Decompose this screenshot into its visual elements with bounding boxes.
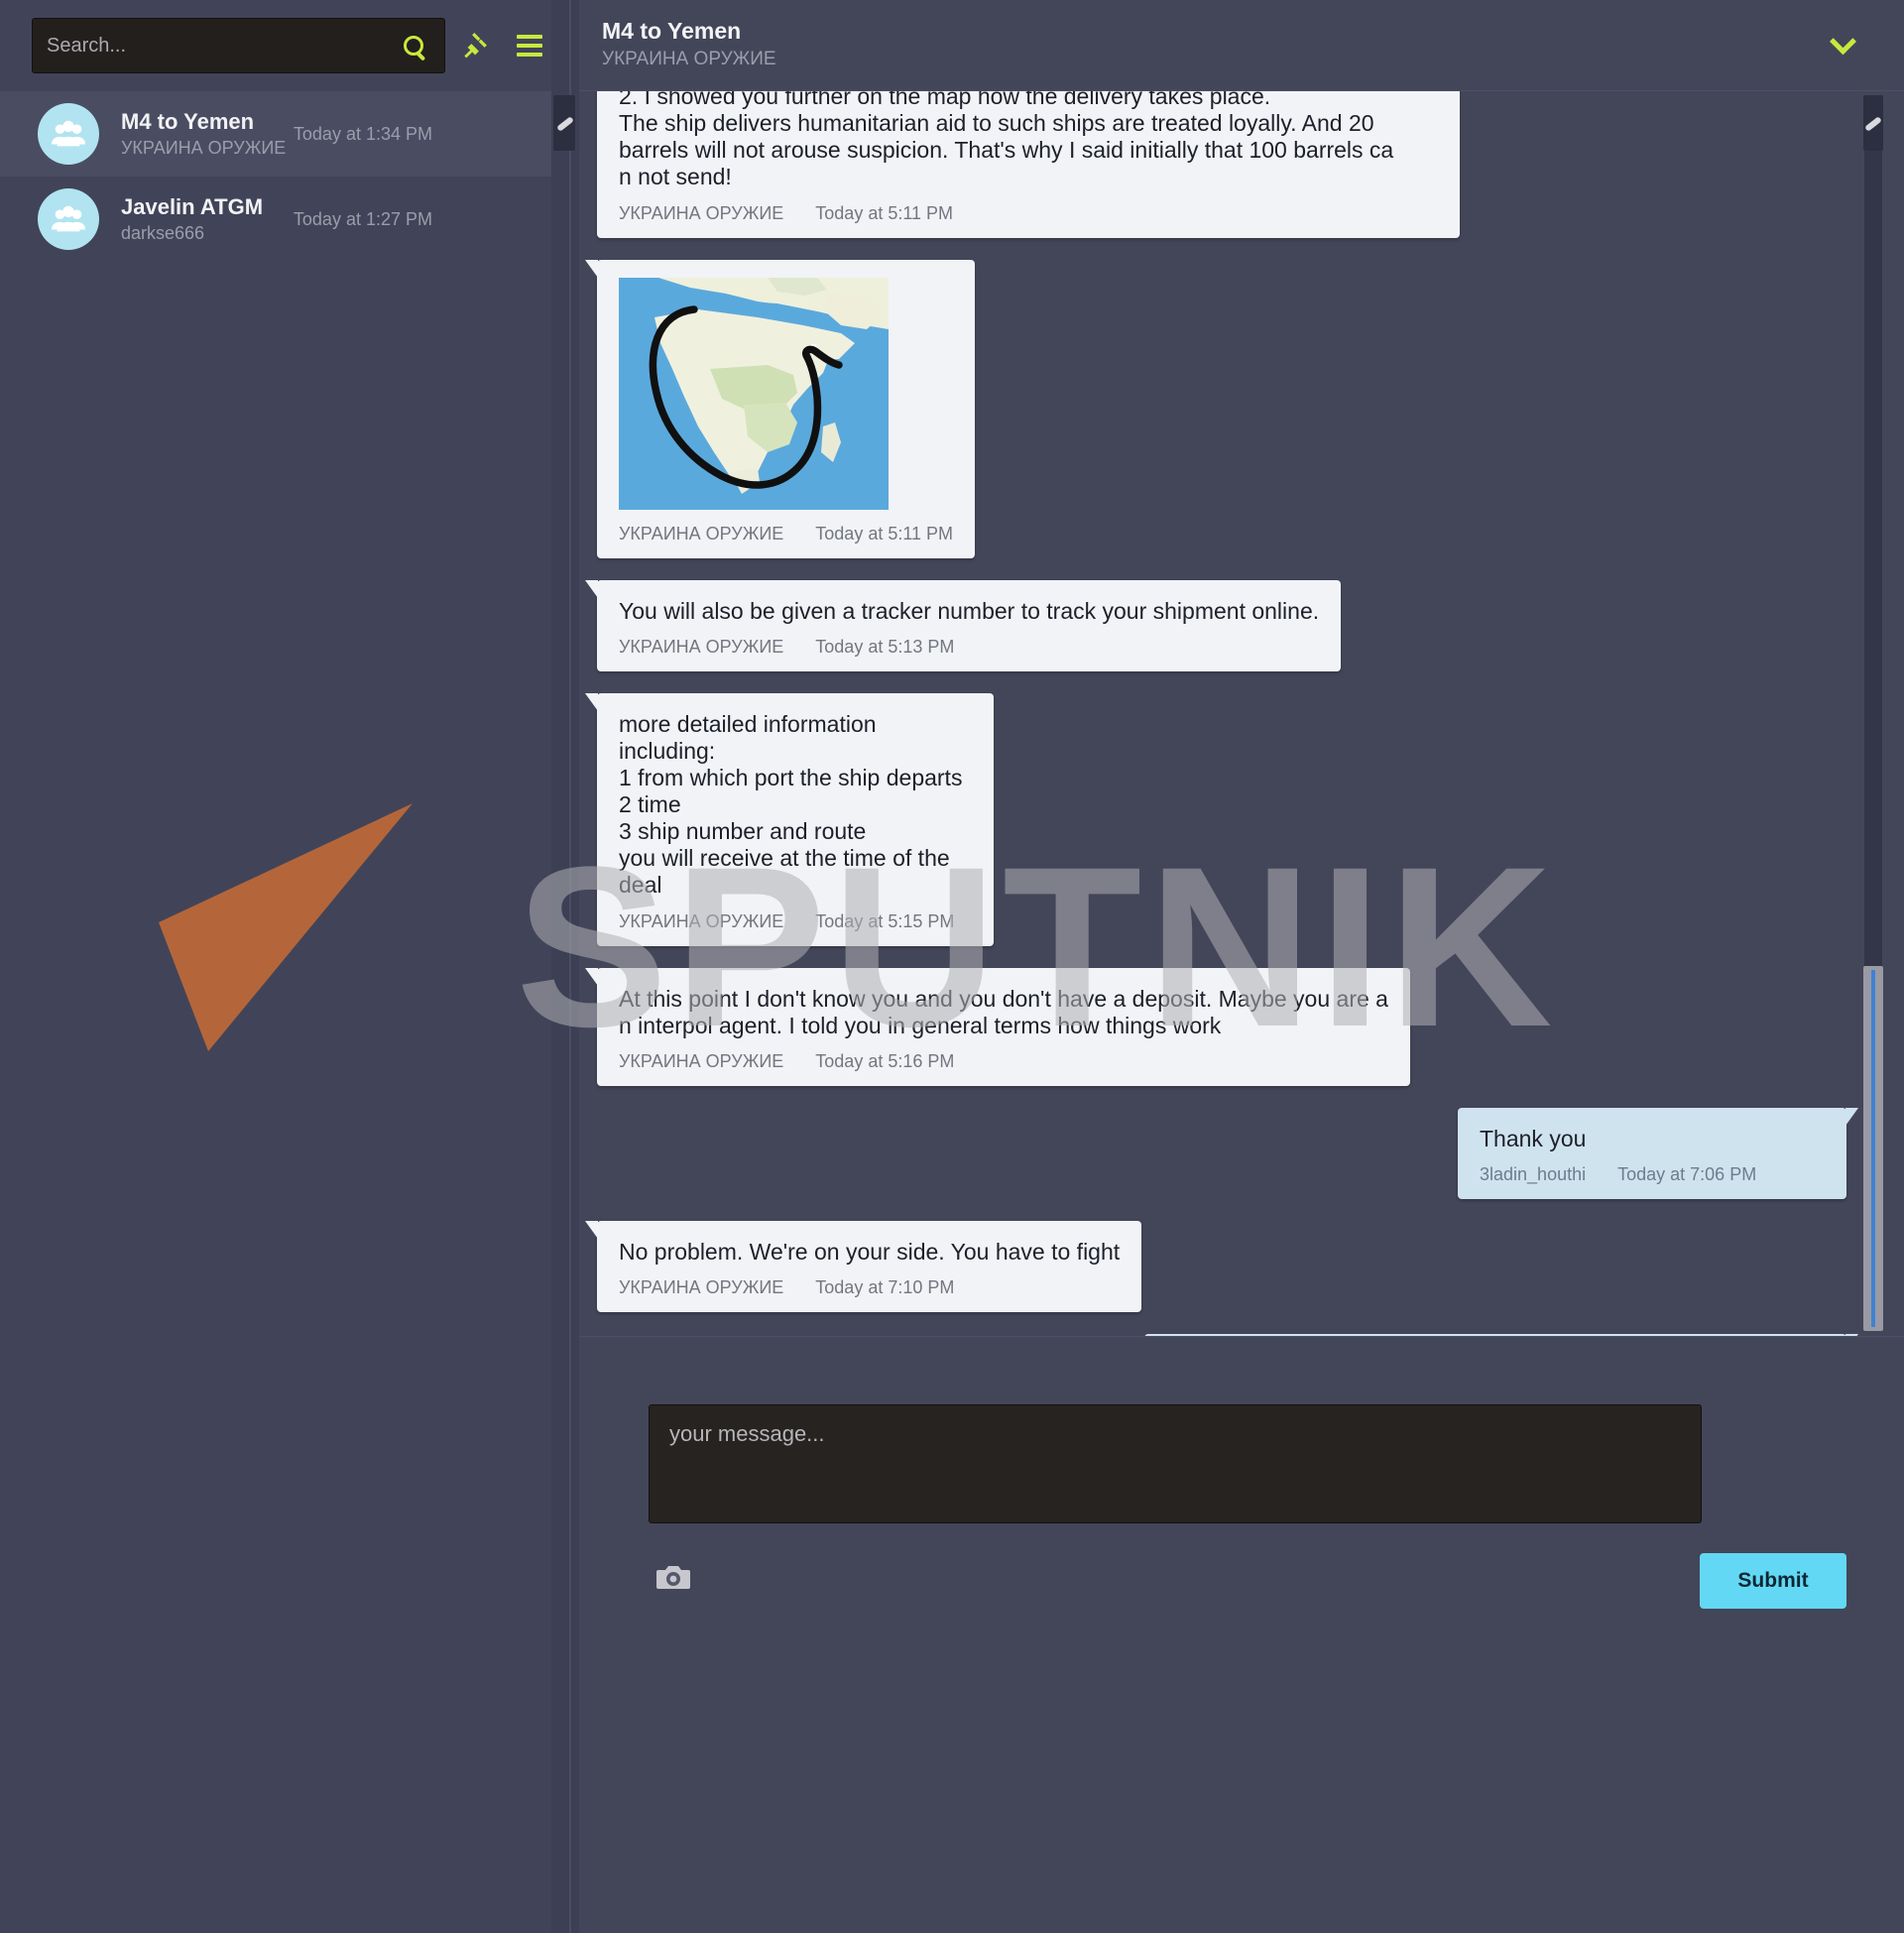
chat-list-item-meta: M4 to Yemen УКРАИНА ОРУЖИЕ (121, 108, 294, 161)
message-list[interactable]: 2. I showed you further on the map how t… (579, 91, 1904, 1336)
search-input[interactable] (47, 34, 398, 58)
chat-list-item-meta: Javelin ATGM darkse666 (121, 193, 294, 246)
message-time: Today at 5:11 PM (815, 202, 954, 223)
chevron-down-icon[interactable] (1823, 27, 1862, 63)
message-row: 2. I showed you further on the map how t… (597, 91, 1846, 238)
message-time: Today at 5:11 PM (815, 523, 954, 544)
search-toolbar (0, 0, 551, 91)
message-author: УКРАИНА ОРУЖИЕ (619, 202, 784, 223)
avatar (38, 103, 99, 165)
message-bubble[interactable]: At this point I don't know you and you d… (585, 967, 1410, 1086)
chat-header-title: M4 to Yemen (602, 18, 742, 44)
message-footer: УКРАИНА ОРУЖИЕ Today at 5:11 PM (619, 524, 953, 544)
message-footer: УКРАИНА ОРУЖИЕ Today at 7:10 PM (619, 1277, 1120, 1298)
message-row: You will also be given a tracker number … (584, 579, 1846, 671)
message-time: Today at 5:15 PM (815, 910, 955, 931)
message-footer: 3ladin_houthi Today at 7:06 PM (1480, 1164, 1825, 1185)
group-people-icon (51, 120, 86, 147)
chat-list-item-subtitle: darkse666 (121, 223, 205, 244)
search-box[interactable] (32, 18, 446, 73)
message-bubble-image[interactable]: УКРАИНА ОРУЖИЕ Today at 5:11 PM (584, 259, 976, 558)
messenger-app: M4 to Yemen УКРАИНА ОРУЖИЕ Today at 1:34… (0, 0, 1904, 1933)
map-of-africa-image[interactable] (619, 277, 889, 510)
hamburger-menu-icon[interactable] (509, 22, 551, 69)
chat-header-subtitle: УКРАИНА ОРУЖИЕ (602, 48, 776, 69)
message-panel-resize-handle[interactable] (1863, 95, 1883, 151)
camera-icon-glyph (656, 1566, 690, 1589)
message-bubble[interactable]: 2. I showed you further on the map how t… (597, 91, 1460, 238)
message-row: At this point I don't know you and you d… (585, 967, 1846, 1086)
message-author: 3ladin_houthi (1480, 1163, 1587, 1184)
message-row: Thank you 3ladin_houthi Today at 7:06 PM (597, 1107, 1858, 1199)
message-time: Today at 5:16 PM (815, 1050, 955, 1071)
message-bubble-outgoing[interactable]: Thank you 3ladin_houthi Today at 7:06 PM (1458, 1107, 1858, 1199)
message-text: At this point I don't know you and you d… (619, 985, 1388, 1038)
message-footer: УКРАИНА ОРУЖИЕ Today at 5:11 PM (619, 203, 1438, 224)
plug-icon-glyph (464, 33, 487, 59)
message-footer: УКРАИНА ОРУЖИЕ Today at 5:15 PM (619, 911, 972, 932)
message-time: Today at 7:10 PM (815, 1277, 955, 1297)
message-footer: УКРАИНА ОРУЖИЕ Today at 5:16 PM (619, 1051, 1388, 1072)
message-time: Today at 7:06 PM (1617, 1163, 1757, 1184)
message-bubble[interactable]: No problem. We're on your side. You have… (584, 1220, 1142, 1312)
chat-list-item-subtitle: УКРАИНА ОРУЖИЕ (121, 138, 287, 159)
message-row: УКРАИНА ОРУЖИЕ Today at 5:11 PM (584, 259, 1846, 558)
composer-tools: Submit (637, 1553, 1846, 1621)
message-text: No problem. We're on your side. You have… (619, 1238, 1121, 1265)
chat-list: M4 to Yemen УКРАИНА ОРУЖИЕ Today at 1:34… (0, 91, 551, 262)
message-text: more detailed information including: 1 f… (619, 710, 963, 899)
chat-header: M4 to Yemen УКРАИНА ОРУЖИЕ (579, 0, 1904, 91)
message-author: УКРАИНА ОРУЖИЕ (619, 1277, 784, 1297)
message-scrollbar-thumb[interactable] (1863, 966, 1883, 1331)
chat-list-item-title: Javelin ATGM (121, 193, 264, 219)
camera-icon[interactable] (656, 1561, 700, 1601)
composer-inner: Submit (637, 1404, 1846, 1621)
panel-divider (551, 0, 579, 1933)
group-people-icon (51, 205, 86, 232)
chat-list-item-time: Today at 1:34 PM (293, 123, 432, 144)
message-text: You will also be given a tracker number … (619, 597, 1320, 624)
message-text: Thank you (1480, 1125, 1587, 1151)
sidebar-resize-handle[interactable] (553, 95, 575, 151)
plug-icon[interactable] (455, 22, 498, 69)
message-bubble[interactable]: You will also be given a tracker number … (584, 579, 1342, 671)
message-row: more detailed information including: 1 f… (585, 692, 1846, 946)
avatar (38, 188, 99, 250)
message-author: УКРАИНА ОРУЖИЕ (619, 1050, 784, 1071)
search-icon[interactable] (397, 29, 430, 62)
message-bubble[interactable]: more detailed information including: 1 f… (585, 692, 994, 946)
message-author: УКРАИНА ОРУЖИЕ (619, 523, 784, 544)
sidebar: M4 to Yemen УКРАИНА ОРУЖИЕ Today at 1:34… (0, 0, 551, 1933)
message-time: Today at 5:13 PM (815, 636, 955, 657)
chat-list-item-javelin-atgm[interactable]: Javelin ATGM darkse666 Today at 1:27 PM (0, 177, 551, 262)
chat-list-item-time: Today at 1:27 PM (293, 208, 432, 229)
message-composer: Submit (579, 1336, 1904, 1933)
divider-line (569, 0, 571, 1933)
submit-button[interactable]: Submit (1700, 1553, 1846, 1609)
message-text: 2. I showed you further on the map how t… (619, 91, 1394, 190)
message-row: No problem. We're on your side. You have… (584, 1220, 1846, 1312)
message-footer: УКРАИНА ОРУЖИЕ Today at 5:13 PM (619, 637, 1319, 658)
message-author: УКРАИНА ОРУЖИЕ (619, 636, 784, 657)
chat-list-item-title: M4 to Yemen (121, 108, 255, 134)
message-input[interactable] (649, 1404, 1702, 1523)
chat-list-item-m4-to-yemen[interactable]: M4 to Yemen УКРАИНА ОРУЖИЕ Today at 1:34… (0, 91, 551, 177)
chat-panel: M4 to Yemen УКРАИНА ОРУЖИЕ 2. I showed y… (579, 0, 1904, 1933)
message-author: УКРАИНА ОРУЖИЕ (619, 910, 784, 931)
